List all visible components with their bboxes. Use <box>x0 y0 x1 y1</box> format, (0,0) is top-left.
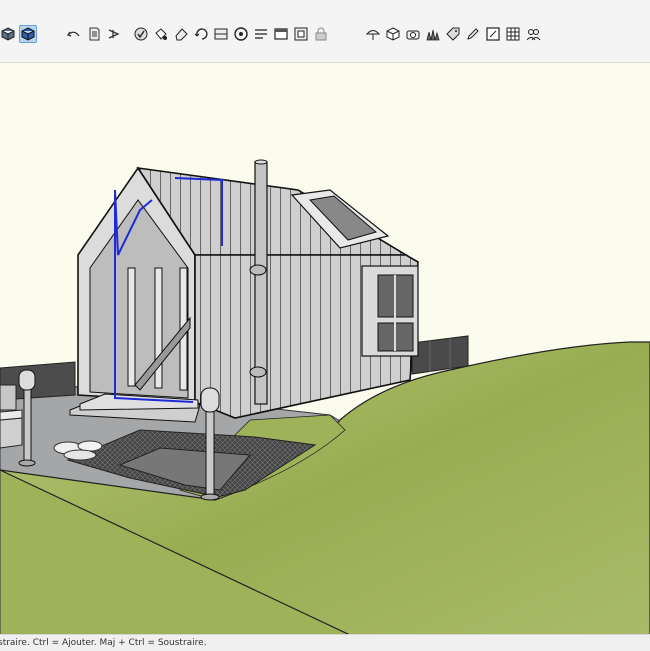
lock-icon <box>313 26 329 42</box>
window-button[interactable] <box>272 25 290 43</box>
rotate-icon <box>193 26 209 42</box>
component-icon <box>293 26 309 42</box>
status-text: straire. Ctrl = Ajouter. Maj + Ctrl = So… <box>0 638 207 648</box>
select-tool-button[interactable] <box>132 25 150 43</box>
iso-cube-button[interactable] <box>0 25 17 43</box>
section-plane-button[interactable] <box>212 25 230 43</box>
toolbar-group-edit <box>64 25 124 43</box>
main-toolbar <box>0 0 650 63</box>
lock-button[interactable] <box>312 25 330 43</box>
undo-arrow-icon <box>66 26 82 42</box>
section-plane-icon <box>213 26 229 42</box>
tag-button[interactable] <box>444 25 462 43</box>
redo-arrow-icon <box>106 26 122 42</box>
pencil-button[interactable] <box>464 25 482 43</box>
model-viewport[interactable] <box>0 63 650 634</box>
orbit-button[interactable] <box>232 25 250 43</box>
window-icon <box>273 26 289 42</box>
house-model[interactable] <box>69 159 419 423</box>
scene-drawing <box>0 159 650 634</box>
dimension-icon <box>253 26 269 42</box>
undo-arrow-button[interactable] <box>65 25 83 43</box>
box-icon <box>385 26 401 42</box>
users-button[interactable] <box>524 25 542 43</box>
redo-arrow-button[interactable] <box>105 25 123 43</box>
pencil-icon <box>465 26 481 42</box>
umbrella-icon <box>365 26 381 42</box>
component-button[interactable] <box>292 25 310 43</box>
orbit-icon <box>233 26 249 42</box>
grass-icon <box>425 26 441 42</box>
dimension-button[interactable] <box>252 25 270 43</box>
toolbar-group-tools <box>131 25 331 43</box>
xray-button[interactable] <box>19 25 37 43</box>
eraser-icon <box>173 26 189 42</box>
document-button[interactable] <box>85 25 103 43</box>
grass-button[interactable] <box>424 25 442 43</box>
frame-button[interactable] <box>484 25 502 43</box>
box-button[interactable] <box>384 25 402 43</box>
rotate-button[interactable] <box>192 25 210 43</box>
tag-icon <box>445 26 461 42</box>
frame-icon <box>485 26 501 42</box>
select-tool-icon <box>133 26 149 42</box>
toolbar-group-styles <box>363 25 543 43</box>
status-bar: straire. Ctrl = Ajouter. Maj + Ctrl = So… <box>0 634 650 651</box>
users-icon <box>525 26 541 42</box>
paint-bucket-button[interactable] <box>152 25 170 43</box>
iso-cube-icon <box>0 26 16 42</box>
grid-icon <box>505 26 521 42</box>
camera-button[interactable] <box>404 25 422 43</box>
camera-icon <box>405 26 421 42</box>
eraser-button[interactable] <box>172 25 190 43</box>
umbrella-button[interactable] <box>364 25 382 43</box>
document-icon <box>86 26 102 42</box>
xray-icon <box>20 26 36 42</box>
paint-bucket-icon <box>153 26 169 42</box>
toolbar-group-view <box>0 25 38 43</box>
grid-button[interactable] <box>504 25 522 43</box>
